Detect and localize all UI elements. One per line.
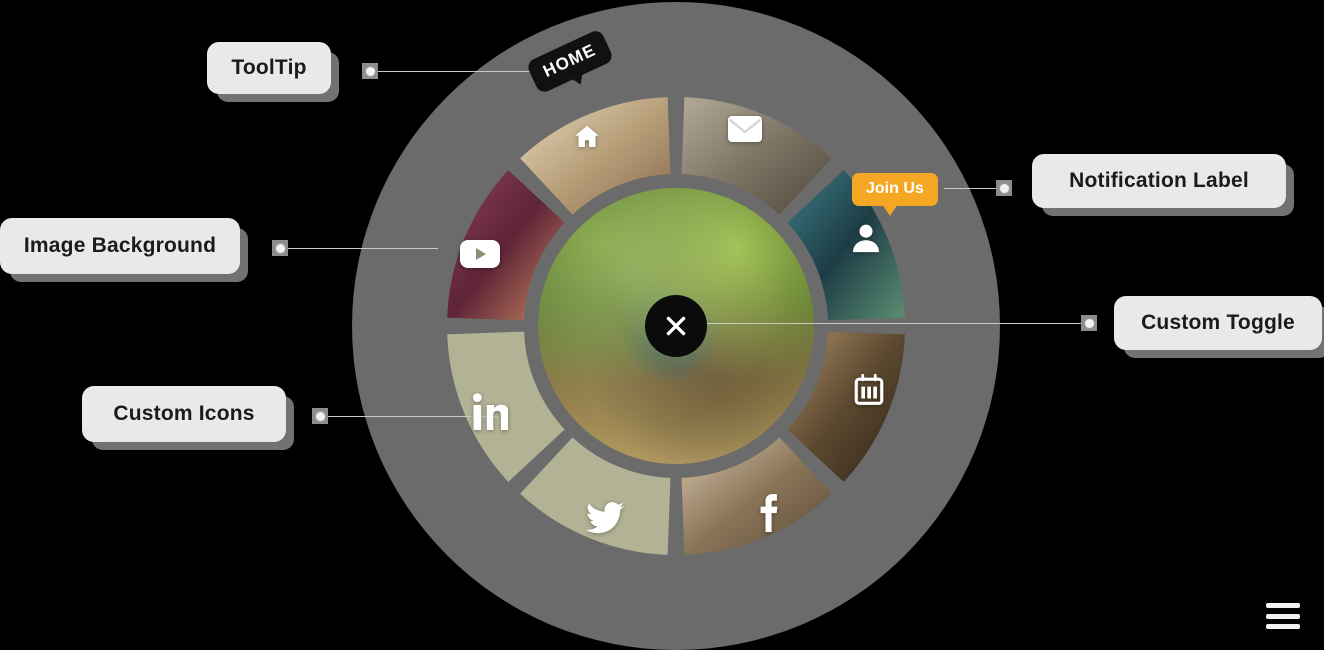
image-background-anchor[interactable] bbox=[272, 240, 288, 256]
callout-custom-icons[interactable]: Custom Icons bbox=[82, 386, 286, 442]
custom-toggle-connector bbox=[700, 323, 1090, 324]
hamburger-bar bbox=[1266, 603, 1300, 608]
hamburger-menu[interactable] bbox=[1266, 603, 1300, 629]
menu-icon-calendar[interactable] bbox=[852, 373, 886, 407]
callout-label: Notification Label bbox=[1069, 169, 1249, 192]
radial-menu bbox=[352, 2, 1000, 650]
menu-icon-linkedin[interactable] bbox=[472, 393, 508, 431]
callout-label: Custom Toggle bbox=[1141, 311, 1295, 334]
callout-image-background[interactable]: Image Background bbox=[0, 218, 240, 274]
hamburger-bar bbox=[1266, 613, 1300, 619]
callout-custom-toggle[interactable]: Custom Toggle bbox=[1114, 296, 1322, 350]
custom-toggle-button[interactable] bbox=[645, 295, 707, 357]
stage: HOME Join Us ToolTip Image Background Cust… bbox=[0, 0, 1324, 650]
callout-notification-label[interactable]: Notification Label bbox=[1032, 154, 1286, 208]
twitter-icon bbox=[586, 502, 624, 534]
image-background-connector bbox=[288, 248, 438, 249]
youtube-icon bbox=[460, 240, 500, 268]
x-icon bbox=[666, 316, 686, 336]
home-icon bbox=[572, 122, 602, 152]
tooltip-anchor[interactable] bbox=[362, 63, 378, 79]
custom-toggle-anchor[interactable] bbox=[1081, 315, 1097, 331]
facebook-icon bbox=[755, 493, 779, 533]
menu-icon-mail[interactable] bbox=[727, 115, 763, 143]
menu-icon-twitter[interactable] bbox=[586, 502, 624, 534]
hamburger-bar bbox=[1266, 624, 1300, 629]
linkedin-icon bbox=[472, 393, 508, 431]
tooltip-connector bbox=[376, 71, 536, 72]
callout-label: Image Background bbox=[23, 234, 217, 257]
callout-tooltip[interactable]: ToolTip bbox=[207, 42, 331, 94]
callout-label: ToolTip bbox=[231, 56, 307, 79]
notification-label-anchor[interactable] bbox=[996, 180, 1012, 196]
notification-badge-join-us[interactable]: Join Us bbox=[852, 173, 938, 216]
mail-icon bbox=[727, 115, 763, 143]
notification-badge-label: Join Us bbox=[866, 180, 924, 197]
calendar-icon bbox=[852, 373, 886, 407]
callout-label: Custom Icons bbox=[113, 402, 255, 425]
menu-icon-profile[interactable] bbox=[849, 221, 883, 255]
menu-icon-facebook[interactable] bbox=[755, 493, 779, 533]
menu-icon-youtube[interactable] bbox=[460, 240, 500, 268]
user-icon bbox=[849, 221, 883, 255]
menu-icon-home[interactable] bbox=[572, 122, 602, 152]
custom-icons-anchor[interactable] bbox=[312, 408, 328, 424]
